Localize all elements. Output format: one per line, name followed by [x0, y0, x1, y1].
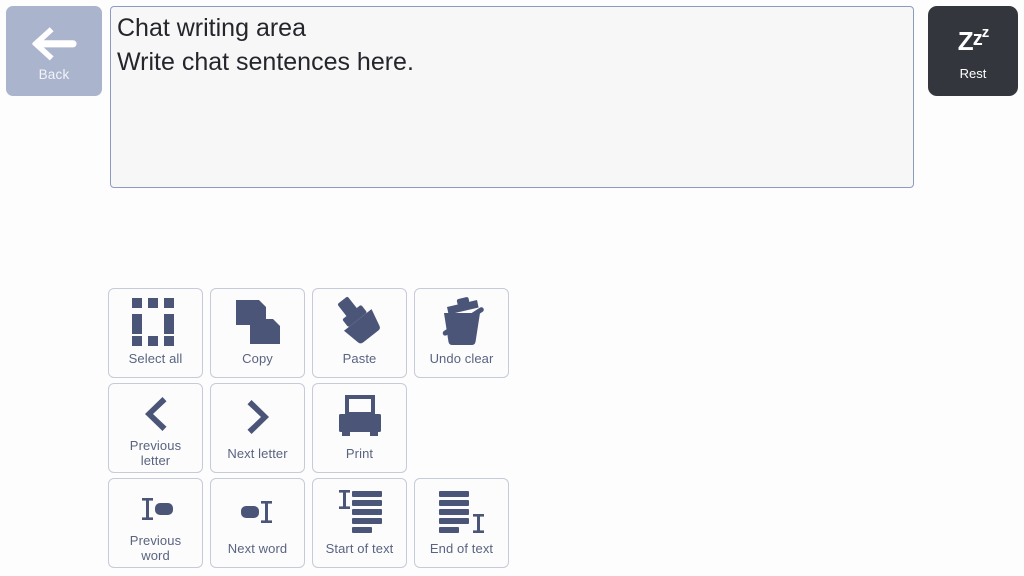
paste-button[interactable]: Paste — [312, 288, 407, 378]
chat-writing-area[interactable]: Chat writing area Write chat sentences h… — [110, 6, 914, 188]
previous-word-button[interactable]: Previous word — [108, 478, 203, 568]
start-of-text-button[interactable]: Start of text — [312, 478, 407, 568]
command-button-grid: Select all Copy Paste Undo clear Previou… — [108, 288, 516, 573]
back-button-label: Back — [38, 67, 70, 82]
print-label: Print — [345, 446, 374, 461]
previous-letter-button[interactable]: Previous letter — [108, 383, 203, 473]
command-row-1: Select all Copy Paste Undo clear — [108, 288, 516, 383]
arrow-left-icon — [32, 27, 77, 61]
undo-clear-trash-icon — [435, 293, 489, 351]
undo-clear-button[interactable]: Undo clear — [414, 288, 509, 378]
zzz-letter-1: Z — [957, 26, 974, 56]
paste-icon — [333, 293, 387, 351]
rest-button[interactable]: Zzz Rest — [928, 6, 1018, 96]
chat-text-line-2: Write chat sentences here. — [117, 48, 414, 76]
chat-text-line-1: Chat writing area — [117, 14, 306, 42]
next-letter-button[interactable]: Next letter — [210, 383, 305, 473]
back-button[interactable]: Back — [6, 6, 102, 96]
previous-word-label-line2: word — [141, 548, 170, 563]
zzz-letter-3: z — [981, 24, 989, 41]
chevron-right-icon — [238, 388, 278, 446]
zzz-sleep-icon: Zzz — [957, 24, 989, 56]
chevron-left-icon — [136, 390, 176, 438]
next-letter-label: Next letter — [227, 446, 288, 461]
print-button[interactable]: Print — [312, 383, 407, 473]
end-of-text-label: End of text — [429, 541, 494, 556]
start-of-text-label: Start of text — [325, 541, 394, 556]
paste-label: Paste — [342, 351, 377, 366]
row-2-empty-slot — [414, 383, 509, 473]
end-of-text-button[interactable]: End of text — [414, 478, 509, 568]
command-row-2: Previous letter Next letter Print — [108, 383, 516, 478]
select-all-label: Select all — [128, 351, 183, 366]
end-of-text-icon — [435, 483, 489, 541]
start-of-text-icon — [333, 483, 387, 541]
copy-button[interactable]: Copy — [210, 288, 305, 378]
copy-label: Copy — [242, 351, 273, 366]
next-word-label: Next word — [227, 541, 288, 556]
previous-word-icon — [131, 485, 181, 533]
previous-letter-label-line1: Previous — [129, 438, 182, 453]
previous-letter-label-line2: letter — [140, 453, 171, 468]
printer-icon — [335, 388, 385, 446]
zzz-letter-2: z — [972, 28, 983, 50]
next-word-icon — [233, 483, 283, 541]
copy-icon — [233, 293, 283, 351]
command-row-3: Previous word Next word Start of text En… — [108, 478, 516, 573]
undo-clear-label: Undo clear — [429, 351, 494, 366]
select-all-button[interactable]: Select all — [108, 288, 203, 378]
select-all-icon — [130, 293, 182, 351]
rest-button-label: Rest — [959, 66, 987, 81]
previous-word-label-line1: Previous — [129, 533, 182, 548]
next-word-button[interactable]: Next word — [210, 478, 305, 568]
